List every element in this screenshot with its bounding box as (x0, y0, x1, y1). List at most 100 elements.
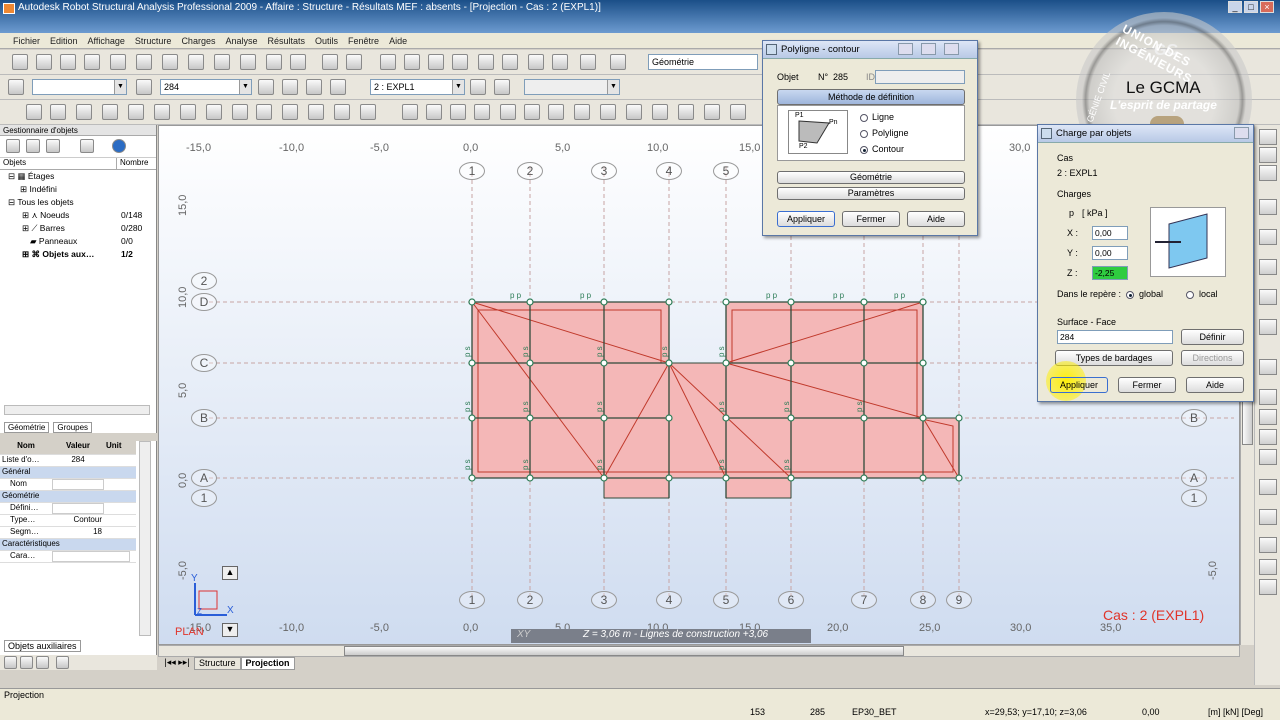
toolbar-icon[interactable] (214, 54, 230, 70)
toolbar-icon[interactable] (110, 54, 126, 70)
close-button[interactable]: Fermer (1118, 377, 1176, 393)
toolbar-icon[interactable] (128, 104, 144, 120)
toolbar-icon[interactable] (678, 104, 694, 120)
tab-groupes[interactable]: Groupes (53, 422, 93, 433)
clear-filter-icon[interactable] (46, 139, 60, 153)
prop-group[interactable]: Géométrie (0, 491, 136, 503)
toolbar-icon[interactable] (626, 104, 642, 120)
toolbar-icon[interactable] (136, 54, 152, 70)
toolbar-icon[interactable] (1259, 389, 1277, 405)
toolbar-icon[interactable] (1259, 319, 1277, 335)
x-input[interactable]: 0,00 (1092, 226, 1128, 240)
toolbar-icon[interactable] (652, 104, 668, 120)
toolbar-icon[interactable] (428, 54, 444, 70)
menu-fenetre[interactable]: Fenêtre (343, 33, 384, 48)
toolbar-icon[interactable] (1259, 429, 1277, 445)
search-icon[interactable] (80, 139, 94, 153)
toolbar-icon[interactable] (470, 79, 486, 95)
method-definition-button[interactable]: Méthode de définition (777, 89, 965, 105)
maximize-button[interactable]: □ (1244, 1, 1258, 13)
work-plane-scroll[interactable]: XY Z = 3,06 m - Lignes de construction +… (511, 629, 811, 643)
toolbar-icon[interactable] (580, 54, 596, 70)
menu-analyse[interactable]: Analyse (220, 33, 262, 48)
apply-button[interactable]: Appliquer (777, 211, 835, 227)
define-button[interactable]: Définir (1181, 329, 1244, 345)
toolbar-icon[interactable] (206, 104, 222, 120)
id-field[interactable] (875, 70, 965, 84)
scroll-thumb[interactable] (344, 646, 904, 656)
prop-group[interactable]: Caractéristiques (0, 539, 136, 551)
radio-local[interactable] (1186, 291, 1194, 299)
toolbar-icon[interactable] (1259, 259, 1277, 275)
horizontal-scrollbar[interactable] (158, 645, 1240, 657)
tree-item-panneaux[interactable]: ▰ Panneaux 0/0 (0, 235, 156, 248)
toolbar-icon[interactable] (548, 104, 564, 120)
tab-geometrie[interactable]: Géométrie (4, 422, 50, 433)
load-case-combo[interactable]: 2 : EXPL1 ▼ (370, 79, 465, 95)
toolbar-icon[interactable] (1259, 147, 1277, 163)
toolbar-icon[interactable] (528, 54, 544, 70)
help-icon[interactable] (112, 139, 126, 153)
toolbar-icon[interactable] (380, 54, 396, 70)
toolbar-icon[interactable] (524, 104, 540, 120)
toolbar-icon[interactable] (282, 104, 298, 120)
prop-row[interactable]: Liste d'o… 284 (0, 455, 136, 467)
toolbar-icon[interactable] (306, 79, 322, 95)
prop-row[interactable]: Nom (0, 479, 136, 491)
maximize-icon[interactable] (921, 43, 936, 55)
filter-icon[interactable] (6, 139, 20, 153)
close-icon[interactable] (944, 43, 959, 55)
menu-edition[interactable]: Edition (45, 33, 83, 48)
geometry-layout-combo[interactable]: Géométrie (648, 54, 758, 70)
toolbar-icon[interactable] (50, 104, 66, 120)
toolbar-icon[interactable] (1259, 129, 1277, 145)
toolbar-icon[interactable] (478, 54, 494, 70)
tab-nav-arrows[interactable]: |◂◂ ▸▸| (160, 657, 194, 670)
prop-row[interactable]: Segm… 18 (0, 527, 136, 539)
toolbar-icon[interactable] (1259, 509, 1277, 525)
splitter[interactable] (0, 433, 157, 441)
toolbar-icon[interactable] (266, 54, 282, 70)
toolbar-icon[interactable] (12, 54, 28, 70)
view-down-arrow-icon[interactable]: ▼ (222, 623, 238, 637)
toolbar-icon[interactable] (1259, 199, 1277, 215)
tree-item-all-objects[interactable]: ⊟ Tous les objets (0, 196, 156, 209)
toolbar-icon[interactable] (154, 104, 170, 120)
prop-group[interactable]: Général (0, 467, 136, 479)
toolbar-icon[interactable] (600, 104, 616, 120)
tree-item-noeuds[interactable]: ⊞ ⋏ Noeuds 0/148 (0, 209, 156, 222)
toolbar-icon[interactable] (290, 54, 306, 70)
toolbar-icon[interactable] (450, 104, 466, 120)
toolbar-icon[interactable] (282, 79, 298, 95)
layout-icon[interactable] (56, 656, 69, 669)
tree-scrollbar[interactable] (4, 405, 150, 415)
prop-row[interactable]: Type… Contour (0, 515, 136, 527)
toolbar-icon[interactable] (1259, 479, 1277, 495)
menu-fichier[interactable]: Fichier (8, 33, 45, 48)
menu-resultats[interactable]: Résultats (263, 33, 311, 48)
empty-combo[interactable]: ▼ (524, 79, 620, 95)
radio-polyligne[interactable] (860, 130, 868, 138)
props-scrollbar[interactable] (139, 441, 151, 636)
menu-structure[interactable]: Structure (130, 33, 177, 48)
toolbar-icon[interactable] (76, 104, 92, 120)
view-up-arrow-icon[interactable]: ▲ (222, 566, 238, 580)
toolbar-icon[interactable] (232, 104, 248, 120)
toolbar-icon[interactable] (1259, 359, 1277, 375)
toolbar-icon[interactable] (452, 54, 468, 70)
toolbar-icon[interactable] (502, 54, 518, 70)
apply-button[interactable]: Appliquer (1050, 377, 1108, 393)
menu-charges[interactable]: Charges (176, 33, 220, 48)
toolbar-icon[interactable] (84, 54, 100, 70)
help-button[interactable]: Aide (907, 211, 965, 227)
toolbar-icon[interactable] (322, 54, 338, 70)
minimize-icon[interactable] (898, 43, 913, 55)
toolbar-icon[interactable] (188, 54, 204, 70)
toolbar-icon[interactable] (610, 54, 626, 70)
toolbar-icon[interactable] (240, 54, 256, 70)
toolbar-icon[interactable] (402, 104, 418, 120)
tree-item-barres[interactable]: ⊞ ⟋ Barres 0/280 (0, 222, 156, 235)
y-input[interactable]: 0,00 (1092, 246, 1128, 260)
toolbar-icon[interactable] (574, 104, 590, 120)
toolbar-icon[interactable] (330, 79, 346, 95)
